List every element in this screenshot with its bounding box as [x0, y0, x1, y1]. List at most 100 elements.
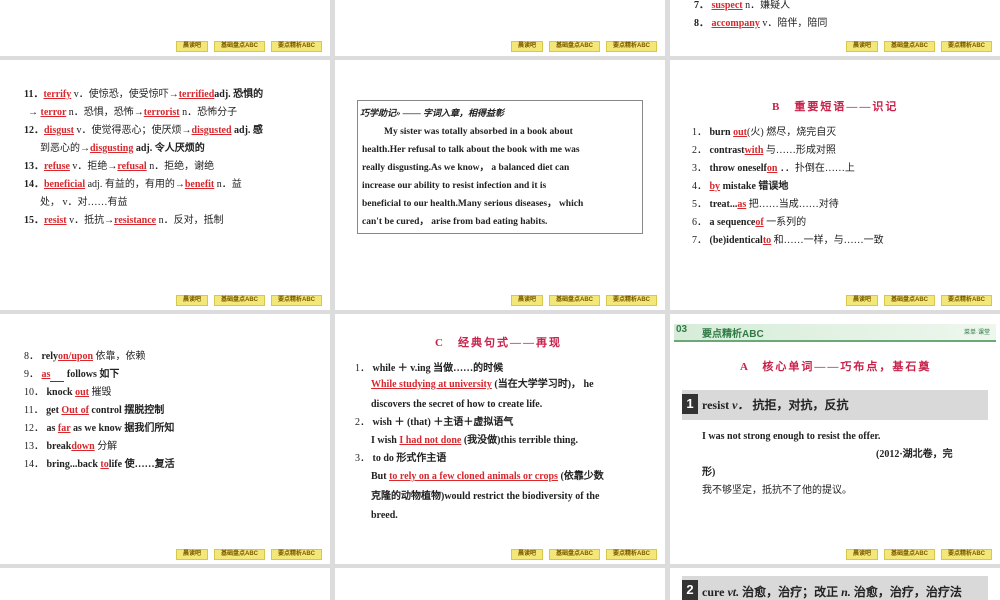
phrase-line: 5． treat...as 把……当成……对待 — [692, 198, 839, 212]
nav-basics[interactable]: 基础盘点ABC — [214, 41, 265, 52]
answer-text: While studying at university — [371, 379, 492, 390]
phrase-prefix: knock — [46, 387, 73, 398]
nav-key-points[interactable]: 要点精析ABC — [271, 549, 322, 560]
slide-nav: 晨读吧 基础盘点ABC 要点精析ABC — [175, 549, 322, 560]
answer-text: disgusting — [90, 143, 134, 154]
rule-text: wish ＋ (that) ＋主语＋虚拟语气 — [372, 417, 514, 428]
answer-text: terrify — [43, 89, 72, 100]
slide-nav: 晨读吧 基础盘点ABC 要点精析ABC — [510, 295, 657, 306]
nav-morning-read[interactable]: 晨读吧 — [845, 41, 878, 52]
nav-basics[interactable]: 基础盘点ABC — [884, 549, 935, 560]
part-of-speech: n. — [841, 585, 851, 599]
word-line: 处， v．对……有益 — [40, 196, 128, 210]
section-heading: C 经典句式——再现 — [435, 337, 562, 349]
slide-bottom-middle — [335, 568, 665, 600]
nav-morning-read[interactable]: 晨读吧 — [510, 295, 543, 306]
slide-bottom-left — [0, 568, 330, 600]
nav-morning-read[interactable]: 晨读吧 — [845, 549, 878, 560]
nav-basics[interactable]: 基础盘点ABC — [214, 295, 265, 306]
nav-morning-read[interactable]: 晨读吧 — [175, 295, 208, 306]
answer-text: of — [755, 217, 764, 228]
phrase-meaning: 和……一样，与……一致 — [773, 235, 884, 246]
headword-text: resist — [702, 398, 730, 412]
nav-morning-read[interactable]: 晨读吧 — [510, 41, 543, 52]
phrase-meaning: life 使……复活 — [108, 459, 175, 470]
line-prefix: 到恶心的→ — [40, 143, 90, 154]
nav-morning-read[interactable]: 晨读吧 — [175, 41, 208, 52]
answer-text: beneficial — [44, 179, 86, 190]
phrase-prefix: get — [46, 405, 59, 416]
slide-word-forms: 11．terrify v．使惊恐，使受惊吓→terrifiedadj. 恐惧的 … — [0, 60, 330, 310]
sentence-rule: 3． to do 形式作主语 — [355, 452, 446, 466]
nav-basics[interactable]: 基础盘点ABC — [884, 41, 935, 52]
answer-text: far — [57, 423, 71, 434]
answer-text: resist — [44, 215, 67, 226]
line-number: 8． — [694, 18, 709, 29]
nav-basics[interactable]: 基础盘点ABC — [214, 549, 265, 560]
sentence-line: But to rely on a few cloned animals or c… — [371, 470, 604, 484]
slide-phrases-continued: 8． relyon/upon 依靠，依赖 9． as follows 如下 10… — [0, 314, 330, 564]
nav-morning-read[interactable]: 晨读吧 — [510, 549, 543, 560]
sentence-text: he — [583, 379, 594, 390]
phrase-prefix: (be)identical — [709, 235, 763, 246]
memory-title-text: 巧学助记» — [360, 108, 401, 118]
answer-text: disgust — [44, 125, 75, 136]
word-line: 8． accompany v．陪伴，陪同 — [694, 17, 827, 31]
answer-text: down — [71, 441, 95, 452]
nav-key-points[interactable]: 要点精析ABC — [941, 295, 992, 306]
nav-morning-read[interactable]: 晨读吧 — [845, 295, 878, 306]
phrase-meaning: 与……形成对照 — [765, 145, 836, 156]
line-number: 11． — [24, 405, 44, 416]
nav-key-points[interactable]: 要点精析ABC — [606, 295, 657, 306]
nav-morning-read[interactable]: 晨读吧 — [175, 549, 208, 560]
answer-text: accompany — [711, 18, 760, 29]
sentence-line: breed. — [371, 510, 398, 521]
headword-text: cure — [702, 585, 725, 599]
example-source-cont: 形) — [702, 467, 716, 478]
line-number: 7． — [692, 235, 707, 246]
line-number: 13． — [24, 441, 44, 452]
memory-line: really disgusting.As we know， a balanced… — [362, 163, 570, 173]
nav-key-points[interactable]: 要点精析ABC — [941, 549, 992, 560]
nav-key-points[interactable]: 要点精析ABC — [271, 295, 322, 306]
answer-text: refusal — [117, 161, 147, 172]
rule-text: to do 形式作主语 — [372, 453, 447, 464]
phrase-meaning: ．．扑倒在……上 — [779, 163, 855, 174]
nav-basics[interactable]: 基础盘点ABC — [884, 295, 935, 306]
example-sentence: I was not strong enough to resist the of… — [702, 431, 881, 442]
line-number: 12． — [24, 423, 44, 434]
sentence-text: But — [371, 471, 387, 482]
slide-memory-aid: 巧学助记» —— 字词入章，相得益彰 My sister was totally… — [335, 60, 665, 310]
phrase-prefix: contrast — [709, 145, 745, 156]
definition-text: v．陪伴，陪同 — [762, 18, 828, 29]
slide-nav: 晨读吧 基础盘点ABC 要点精析ABC — [175, 41, 322, 52]
headword-meaning: 抗拒，对抗，反抗 — [752, 398, 849, 412]
sentence-rule: 1． while ＋ v.ing 当做……的时候 — [355, 362, 503, 376]
phrase-line: 11． get Out of control 摆脱控制 — [24, 404, 164, 418]
phrase-line: 8． relyon/upon 依靠，依赖 — [24, 350, 146, 364]
nav-key-points[interactable]: 要点精析ABC — [606, 549, 657, 560]
headword-meaning: 治愈，治疗，治疗法 — [853, 585, 962, 599]
nav-basics[interactable]: 基础盘点ABC — [549, 295, 600, 306]
nav-key-points[interactable]: 要点精析ABC — [271, 41, 322, 52]
definition-text: n．益 — [216, 179, 242, 190]
nav-key-points[interactable]: 要点精析ABC — [941, 41, 992, 52]
header-right-label: 菜单·课堂 — [964, 330, 990, 336]
sentence-text: I wish — [371, 435, 397, 446]
line-number: 3． — [355, 453, 370, 464]
line-number: 7． — [694, 0, 709, 11]
answer-text: terrified — [178, 89, 215, 100]
line-number: 9． — [24, 369, 39, 380]
answer-text: with — [744, 145, 764, 156]
nav-key-points[interactable]: 要点精析ABC — [606, 41, 657, 52]
nav-basics[interactable]: 基础盘点ABC — [549, 41, 600, 52]
nav-basics[interactable]: 基础盘点ABC — [549, 549, 600, 560]
phrase-line: 10． knock out 摧毁 — [24, 386, 112, 400]
memory-line: My sister was totally absorbed in a book… — [384, 127, 573, 137]
phrase-line: 3． throw oneselfon ．．扑倒在……上 — [692, 162, 855, 176]
word-line: 到恶心的→disgusting adj. 令人厌烦的 — [40, 142, 205, 156]
answer-text: to — [762, 235, 772, 246]
line-number: 5． — [692, 199, 707, 210]
answer-text: to — [100, 459, 109, 470]
word-line: 13．refuse v．拒绝→refusal n．拒绝，谢绝 — [24, 160, 214, 174]
